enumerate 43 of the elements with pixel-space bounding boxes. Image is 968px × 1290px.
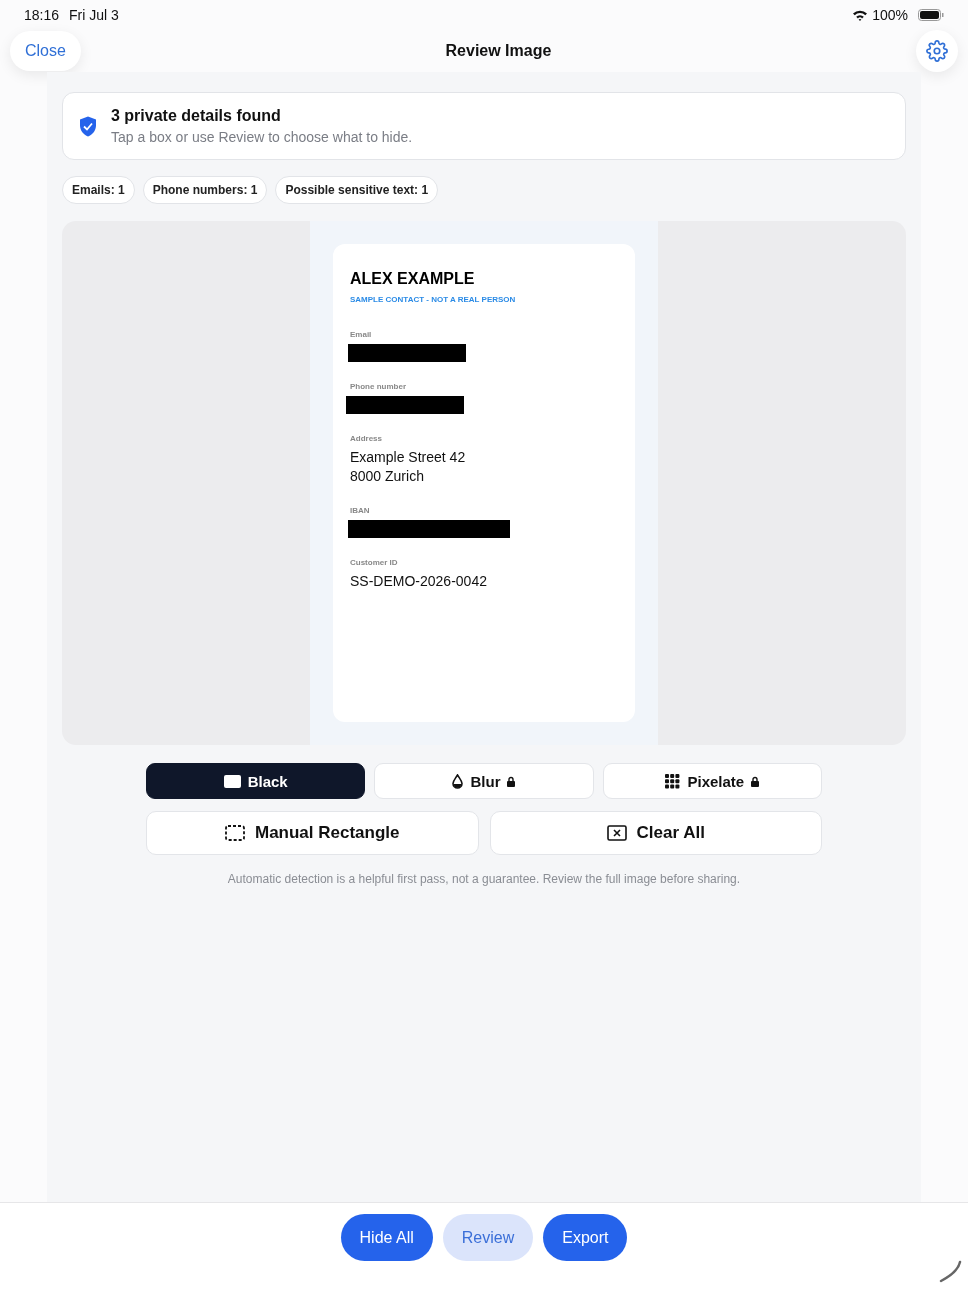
disclaimer-text: Automatic detection is a helpful first pass, not a guarantee. Review the full image before sharing. [226, 872, 742, 886]
redaction-bar[interactable] [346, 396, 464, 414]
shield-check-icon [79, 115, 97, 137]
bottom-button[interactable]: Review [442, 1214, 534, 1261]
battery-icon [918, 9, 944, 21]
wifi-icon [852, 9, 869, 21]
field-label: Address [350, 434, 383, 443]
x-box-icon [606, 825, 627, 841]
count-chip: Phone numbers: 1 [142, 176, 268, 204]
redaction-bar[interactable] [348, 520, 510, 538]
field-value: Example Street 42 [350, 448, 467, 467]
square-icon [223, 774, 241, 788]
field-value: 8000 Zurich [350, 467, 425, 486]
bottom-button[interactable]: Export [543, 1214, 628, 1261]
contact-name: ALEX EXAMPLE [350, 270, 476, 288]
field-label: Customer ID [350, 558, 399, 567]
status-time: 18:16 [24, 7, 60, 23]
drop-icon [452, 773, 464, 789]
bottom-button[interactable]: Hide All [340, 1214, 433, 1261]
count-chip: Emails: 1 [62, 176, 135, 204]
close-button[interactable]: Close [10, 31, 81, 71]
field-label: Phone number [350, 382, 407, 391]
style-button[interactable]: Pixelate [602, 763, 822, 799]
summary-title: 3 private details found [111, 107, 282, 125]
screen-title: Review Image [445, 42, 552, 60]
field-label: Email [350, 330, 373, 339]
contact-tagline: SAMPLE CONTACT - NOT A REAL PERSON [350, 295, 517, 304]
action-button[interactable]: Manual Rectangle [146, 811, 479, 855]
dashed-rectangle-icon [224, 825, 245, 841]
settings-icon [926, 40, 948, 62]
action-button[interactable]: Clear All [489, 811, 822, 855]
summary-subtitle: Tap a box or use Review to choose what to hide. [111, 129, 413, 145]
status-date: Fri Jul 3 [69, 7, 119, 23]
battery-percent: 100% [872, 7, 908, 23]
field-value: SS-DEMO-2026-0042 [350, 572, 488, 591]
count-chip: Possible sensitive text: 1 [275, 176, 439, 204]
field-label: IBAN [350, 506, 371, 515]
style-button[interactable]: Black [146, 763, 366, 799]
grid-icon [665, 773, 681, 789]
style-button[interactable]: Blur [374, 763, 594, 799]
redaction-bar[interactable] [348, 344, 466, 362]
settings-button[interactable] [916, 30, 958, 72]
resize-handle-icon[interactable] [938, 1260, 962, 1284]
